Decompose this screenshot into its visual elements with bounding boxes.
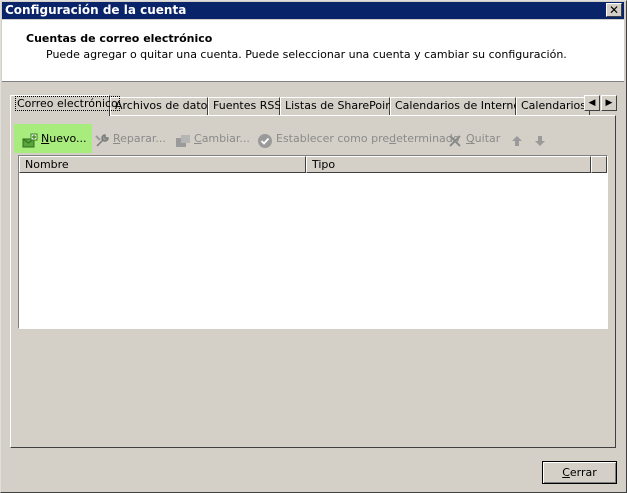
change-button[interactable]: Cambiar...: [175, 124, 250, 153]
triangle-left-icon: ◀: [588, 98, 596, 108]
close-window-button[interactable]: ✕: [606, 3, 622, 17]
column-header-type[interactable]: Tipo: [306, 156, 591, 173]
tab-rss-feeds[interactable]: Fuentes RSS: [208, 97, 281, 115]
remove-label: Quitar: [466, 132, 501, 145]
tab-strip: Correo electrónico Archivos de datos Fue…: [10, 95, 618, 116]
tab-scroll: ◀ ▶: [584, 95, 618, 112]
arrow-down-icon: [532, 131, 548, 147]
column-header-filler: [591, 156, 607, 173]
accounts-list[interactable]: Nombre Tipo: [18, 155, 608, 329]
column-header-name[interactable]: Nombre: [19, 156, 306, 173]
tab-published-calendars[interactable]: Calendarios p: [516, 97, 590, 115]
tab-scroll-left-button[interactable]: ◀: [584, 95, 600, 111]
tab-email[interactable]: Correo electrónico: [10, 95, 120, 116]
remove-button[interactable]: Quitar: [447, 124, 500, 153]
new-account-button[interactable]: Nuevo...: [14, 124, 92, 153]
close-icon: ✕: [608, 3, 620, 17]
check-circle-icon: [257, 131, 273, 148]
arrow-up-icon: [509, 131, 525, 147]
wrench-icon: [94, 131, 110, 147]
set-default-button[interactable]: Establecer como predeterminado: [257, 124, 460, 153]
change-label: Cambiar...: [194, 132, 250, 145]
tab-sharepoint-lists[interactable]: Listas de SharePoint: [280, 97, 397, 115]
window-title: Configuración de la cuenta: [5, 3, 187, 17]
title-bar[interactable]: Configuración de la cuenta ✕: [2, 2, 624, 19]
new-account-label: Nuevo...: [41, 132, 87, 145]
header-description: Puede agregar o quitar una cuenta. Puede…: [46, 48, 567, 61]
new-account-icon: [22, 131, 38, 148]
header-title: Cuentas de correo electrónico: [26, 32, 213, 45]
move-up-button[interactable]: [509, 124, 528, 153]
move-down-button[interactable]: [532, 124, 551, 153]
triangle-right-icon: ▶: [605, 98, 613, 108]
change-icon: [175, 131, 191, 147]
tab-internet-calendars[interactable]: Calendarios de Internet: [390, 97, 524, 115]
close-button[interactable]: Cerrar: [542, 461, 617, 484]
tab-scroll-right-button[interactable]: ▶: [601, 95, 617, 111]
repair-button[interactable]: Reparar...: [94, 124, 166, 153]
tab-data-files[interactable]: Archivos de datos: [110, 97, 213, 115]
account-toolbar: Nuevo... Reparar... Cambiar... Establece…: [14, 124, 614, 153]
repair-label: Reparar...: [113, 132, 166, 145]
x-icon: [447, 131, 463, 147]
set-default-label: Establecer como predeterminado: [276, 132, 460, 145]
dialog-header: Cuentas de correo electrónico Puede agre…: [2, 20, 624, 82]
